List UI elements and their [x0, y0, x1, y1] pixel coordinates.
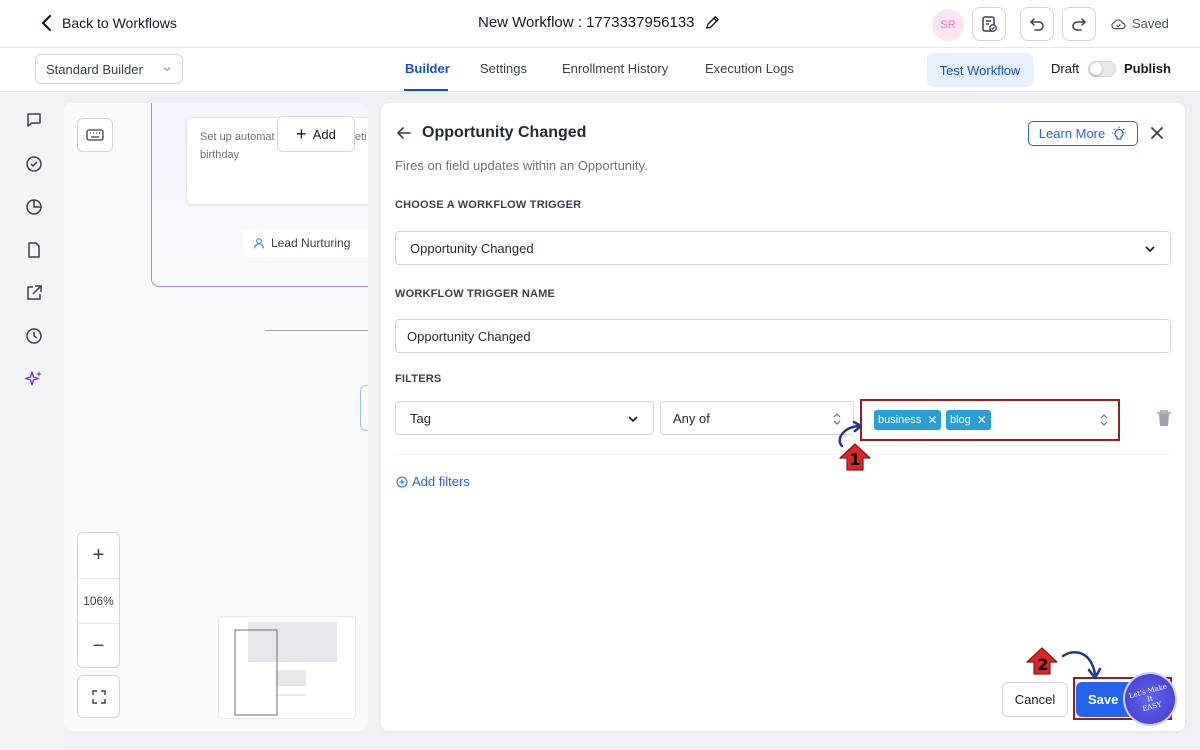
tag-chip-label: blog	[950, 414, 971, 426]
tab-settings[interactable]: Settings	[480, 61, 527, 76]
back-label: Back to Workflows	[62, 15, 177, 31]
workflow-connector	[265, 330, 368, 331]
tab-builder[interactable]: Builder	[405, 61, 450, 76]
filter-field-value: Tag	[410, 410, 431, 426]
close-icon[interactable]	[1149, 125, 1165, 141]
add-filters-label: Add filters	[412, 474, 470, 489]
canvas-minimap[interactable]	[218, 616, 356, 719]
remove-tag-icon[interactable]: ✕	[927, 413, 937, 427]
lead-tag-label: Lead Nurturing	[271, 236, 351, 250]
zoom-controls: + 106% −	[77, 532, 120, 668]
save-status: Saved	[1111, 16, 1169, 31]
updown-chevron-icon	[1100, 414, 1108, 426]
learn-more-button[interactable]: Learn More	[1028, 121, 1138, 146]
tag-chip-blog[interactable]: blog ✕	[946, 410, 991, 430]
keyboard-icon	[86, 129, 104, 141]
active-tab-indicator	[404, 89, 448, 91]
remove-tag-icon[interactable]: ✕	[977, 413, 987, 427]
zoom-out-button[interactable]: −	[78, 624, 119, 669]
filter-operator-select[interactable]: Any of	[660, 401, 854, 435]
zoom-in-button[interactable]: +	[78, 533, 119, 578]
step2-number: 2	[1037, 655, 1049, 674]
zoom-level: 106%	[78, 578, 119, 624]
undo-icon	[1029, 18, 1044, 31]
arrow-left-icon[interactable]	[396, 125, 412, 141]
check-circle-icon[interactable]	[24, 154, 44, 174]
filters-section-label: FILTERS	[395, 373, 442, 385]
add-filters-link[interactable]: Add filters	[396, 474, 470, 489]
lets-make-it-easy-watermark: Let's Make It EASY	[1116, 665, 1184, 733]
tag-chip-label: business	[878, 414, 922, 426]
redo-button[interactable]	[1062, 7, 1096, 41]
external-link-icon[interactable]	[24, 283, 44, 303]
add-label: Add	[312, 126, 336, 142]
filter-values-multiselect[interactable]: business ✕ blog ✕	[860, 399, 1120, 441]
trigger-select[interactable]: Opportunity Changed	[395, 231, 1171, 265]
back-to-workflows-link[interactable]: Back to Workflows	[40, 14, 177, 32]
learn-more-label: Learn More	[1038, 126, 1106, 141]
saved-label: Saved	[1132, 16, 1169, 31]
pie-chart-icon[interactable]	[24, 197, 44, 217]
document-icon[interactable]	[24, 240, 44, 260]
user-icon	[253, 238, 265, 249]
panel-title: Opportunity Changed	[422, 124, 587, 141]
minimap-preview	[234, 622, 337, 716]
comments-icon[interactable]	[24, 110, 44, 130]
redo-icon	[1072, 18, 1087, 31]
trigger-name-field[interactable]	[395, 319, 1171, 353]
clipboard-check-icon	[982, 16, 997, 32]
add-trigger-button[interactable]: + Add	[277, 116, 355, 152]
trigger-settings-panel: Opportunity Changed Learn More Fires on …	[381, 103, 1185, 733]
fit-view-button[interactable]	[77, 675, 120, 718]
step1-number: 1	[849, 450, 861, 469]
filter-operator-value: Any of	[673, 410, 710, 426]
history-icon[interactable]	[24, 326, 44, 346]
user-avatar[interactable]: SR	[932, 9, 964, 41]
undo-button[interactable]	[1020, 7, 1054, 41]
tab-execution-logs[interactable]: Execution Logs	[705, 61, 794, 76]
trigger-section-label: CHOOSE A WORKFLOW TRIGGER	[395, 199, 582, 211]
keyboard-shortcuts-button[interactable]	[77, 118, 113, 152]
builder-navbar: Standard Builder Builder Settings Enroll…	[0, 48, 1200, 92]
trigger-select-value: Opportunity Changed	[410, 240, 534, 256]
builder-mode-value: Standard Builder	[46, 61, 143, 77]
trigger-name-input[interactable]	[407, 328, 1159, 344]
workflow-title-text: New Workflow : 1773337956133	[478, 14, 695, 31]
panel-description: Fires on field updates within an Opportu…	[395, 158, 648, 173]
test-workflow-button[interactable]: Test Workflow	[927, 53, 1033, 87]
node-text-overflow: eti	[355, 131, 367, 143]
tab-enrollment-history[interactable]: Enrollment History	[562, 61, 668, 76]
plus-circle-icon	[396, 476, 408, 487]
tag-chip-business[interactable]: business ✕	[874, 410, 942, 430]
plus-icon: +	[296, 124, 307, 144]
cancel-button[interactable]: Cancel	[1002, 682, 1068, 717]
publish-label: Publish	[1124, 61, 1171, 76]
left-rail	[0, 92, 64, 750]
lightbulb-icon	[1112, 126, 1127, 140]
pencil-icon[interactable]	[705, 15, 720, 30]
name-section-label: WORKFLOW TRIGGER NAME	[395, 288, 556, 300]
draft-label: Draft	[1051, 61, 1080, 76]
trash-icon[interactable]	[1156, 409, 1172, 427]
chevron-left-icon	[41, 14, 52, 32]
workflow-title: New Workflow : 1773337956133	[478, 14, 720, 31]
action-node[interactable]	[360, 385, 368, 431]
notes-button[interactable]	[972, 7, 1006, 41]
top-header: Back to Workflows New Workflow : 1773337…	[0, 0, 1200, 48]
chevron-down-icon	[163, 67, 171, 72]
cloud-check-icon	[1111, 19, 1126, 30]
builder-mode-select[interactable]: Standard Builder	[35, 54, 183, 84]
chevron-down-icon	[628, 416, 638, 423]
chevron-down-icon	[1145, 246, 1155, 253]
lead-nurturing-tag[interactable]: Lead Nurturing	[243, 229, 368, 257]
filter-field-select[interactable]: Tag	[395, 401, 654, 435]
workflow-canvas[interactable]: Set up automat birthday eti + Add Lead N…	[64, 103, 368, 731]
publish-toggle[interactable]	[1088, 61, 1116, 77]
ai-sparkle-icon[interactable]	[24, 369, 44, 389]
expand-icon	[91, 689, 106, 704]
filters-divider	[395, 454, 1171, 455]
